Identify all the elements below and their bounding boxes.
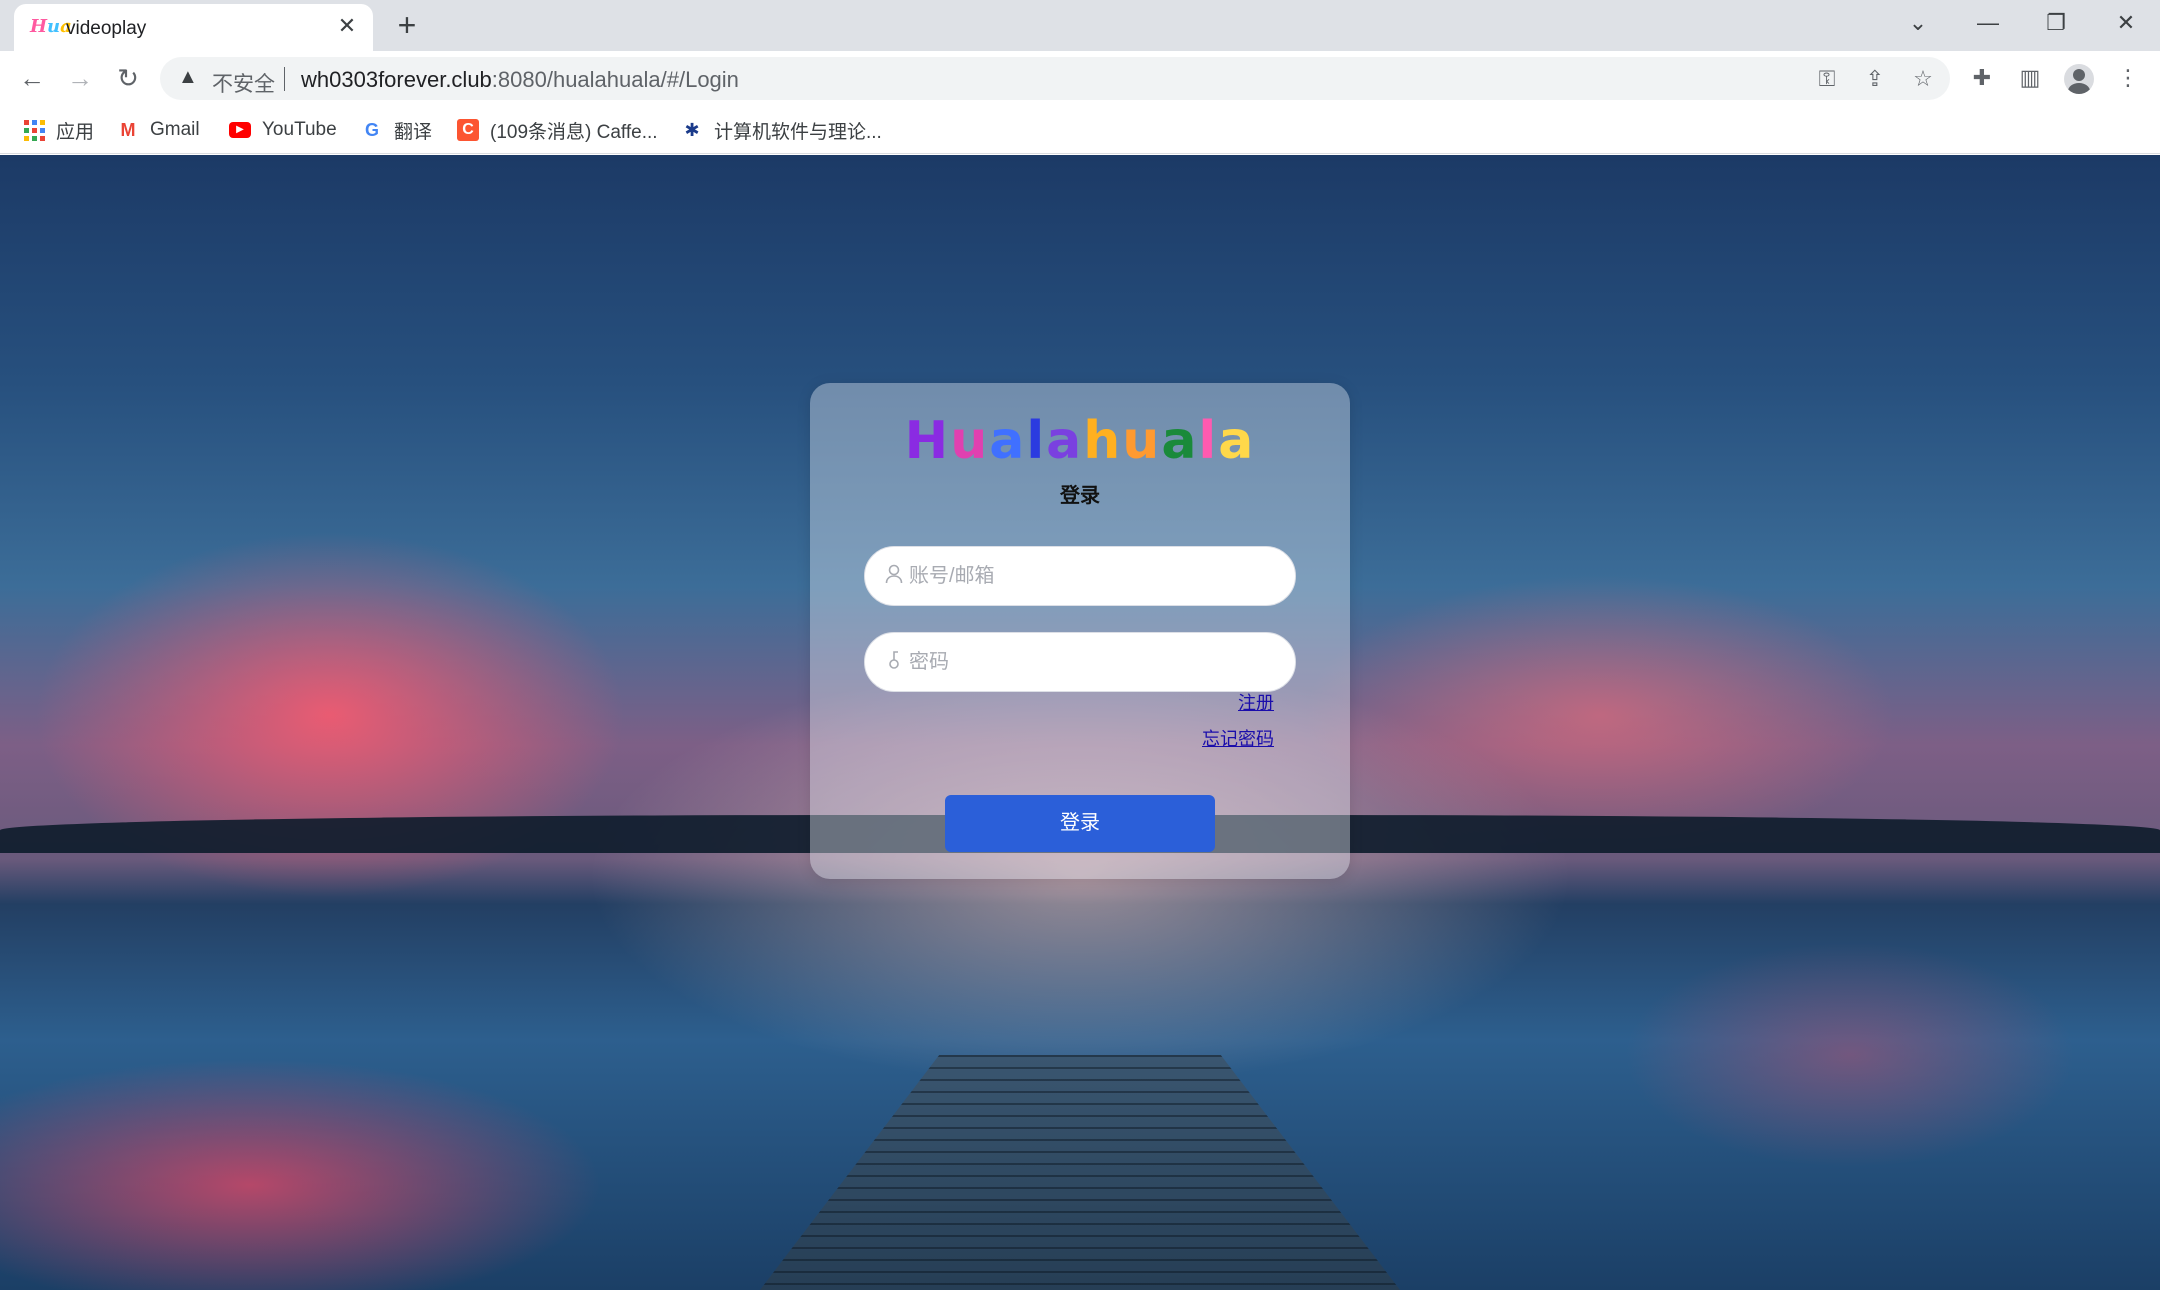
logo-letter: a	[989, 411, 1027, 471]
url-host: wh0303forever.club	[301, 67, 492, 92]
bookmark-csdn[interactable]: C (109条消息) Caffe...	[456, 114, 658, 146]
bookmark-star-icon[interactable]: ☆	[1908, 65, 1938, 93]
youtube-icon: ▶	[228, 118, 252, 142]
apps-grid-icon	[22, 118, 46, 142]
extensions-puzzle-icon[interactable]: ✚	[1966, 62, 1998, 94]
restore-button[interactable]: ❐	[2036, 6, 2076, 40]
gmail-icon: M	[120, 119, 136, 140]
password-input[interactable]	[909, 633, 1279, 691]
site-logo: Hualahuala	[810, 411, 1350, 471]
browser-toolbar: ← → ↻ ▲ 不安全 wh0303forever.club:8080/hual…	[0, 51, 2160, 106]
translate-icon: G	[364, 119, 379, 140]
forgot-password-link[interactable]: 忘记密码	[1202, 725, 1274, 751]
tab-search-dropdown-icon[interactable]: ⌄	[1898, 6, 1938, 40]
browser-tab[interactable]: Hua videoplay ✕	[14, 4, 373, 51]
login-card: Hualahuala 登录 注册 忘记密码 登录	[810, 383, 1350, 879]
reload-button[interactable]: ↻	[110, 60, 146, 96]
security-label[interactable]: 不安全	[212, 68, 275, 98]
tab-title: videoplay	[66, 18, 147, 39]
forward-button[interactable]: →	[62, 60, 98, 96]
password-field[interactable]	[864, 632, 1296, 692]
logo-letter: u	[1122, 411, 1162, 471]
bookmarks-bar: 应用 M Gmail ▶ YouTube G 翻译 C (109条消息) Caf…	[0, 106, 2160, 154]
address-bar[interactable]: ▲ 不安全 wh0303forever.club:8080/hualahuala…	[160, 57, 1950, 100]
share-icon[interactable]: ⇪	[1860, 65, 1890, 93]
bookmark-label: 翻译	[394, 121, 433, 143]
new-tab-button[interactable]: +	[390, 8, 424, 42]
login-button[interactable]: 登录	[945, 795, 1215, 852]
address-separator	[284, 67, 285, 91]
logo-letter: l	[1026, 411, 1047, 471]
bookmark-site[interactable]: ✱ 计算机软件与理论...	[680, 114, 882, 146]
logo-letter: a	[1046, 411, 1084, 471]
logo-letter: u	[950, 411, 990, 471]
bookmark-label: YouTube	[262, 119, 337, 140]
bookmark-label: (109条消息) Caffe...	[490, 121, 658, 143]
back-button[interactable]: ←	[14, 60, 50, 96]
logo-letter: h	[1083, 411, 1123, 471]
bookmark-youtube[interactable]: ▶ YouTube	[228, 114, 337, 146]
bookmark-site-icon: ✱	[684, 119, 700, 140]
not-secure-warning-icon[interactable]: ▲	[178, 66, 198, 89]
window-close-button[interactable]: ✕	[2106, 6, 2146, 40]
user-icon	[883, 564, 905, 588]
login-title: 登录	[1060, 485, 1100, 507]
bookmark-label: Gmail	[150, 119, 200, 140]
logo-letter: a	[1218, 411, 1256, 471]
logo-letter: a	[1161, 411, 1199, 471]
url-path: :8080/hualahuala/#/Login	[491, 67, 739, 92]
background-pier-planks	[760, 1055, 1400, 1290]
bookmark-gmail[interactable]: M Gmail	[116, 114, 200, 146]
bookmark-label: 应用	[56, 121, 95, 143]
tab-close-icon[interactable]: ✕	[335, 14, 359, 38]
side-panel-icon[interactable]: ▥	[2014, 62, 2046, 94]
password-key-icon[interactable]: ⚿	[1812, 65, 1842, 93]
bookmark-translate[interactable]: G 翻译	[360, 114, 432, 146]
url-text[interactable]: wh0303forever.club:8080/hualahuala/#/Log…	[301, 67, 739, 93]
bookmark-label: 计算机软件与理论...	[714, 121, 882, 143]
minimize-button[interactable]: —	[1968, 6, 2008, 40]
logo-letter: H	[904, 411, 951, 471]
logo-letter: l	[1198, 411, 1219, 471]
menu-kebab-icon[interactable]: ⋮	[2112, 62, 2144, 94]
username-field[interactable]	[864, 546, 1296, 606]
username-input[interactable]	[909, 547, 1279, 605]
bookmark-apps[interactable]: 应用	[22, 114, 94, 146]
profile-avatar-icon[interactable]	[2064, 64, 2094, 94]
csdn-icon: C	[456, 118, 480, 142]
register-link[interactable]: 注册	[1238, 689, 1274, 715]
lock-icon	[883, 650, 905, 674]
login-page-background: Hualahuala 登录 注册 忘记密码 登录	[0, 155, 2160, 1290]
tab-strip: Hua videoplay ✕ + ⌄ — ❐ ✕	[0, 0, 2160, 51]
